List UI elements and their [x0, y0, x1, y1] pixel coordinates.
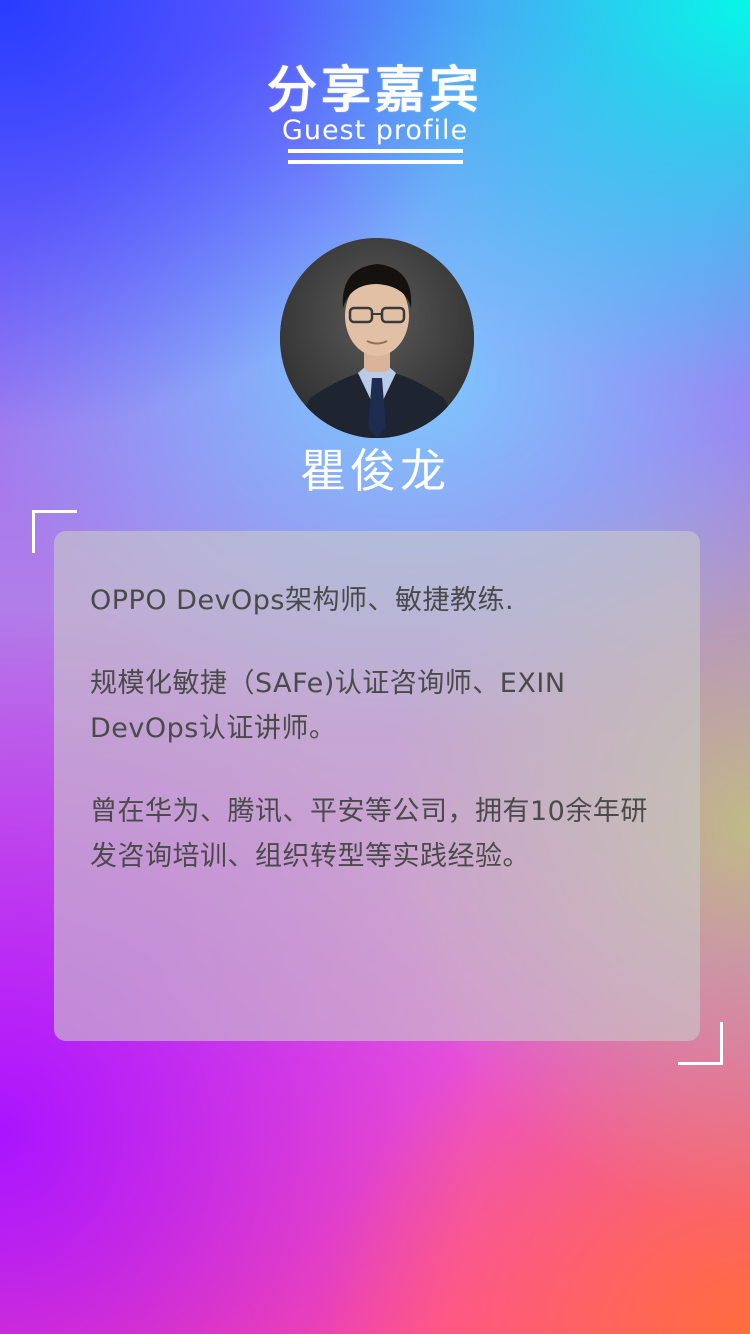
bio-line-role: OPPO DevOps架构师、敏捷教练. [90, 585, 515, 616]
guest-portrait-image [280, 238, 474, 438]
page-subtitle: Guest profile [281, 115, 469, 146]
title-underline-bottom [288, 160, 463, 164]
title-underline-top [288, 149, 463, 153]
guest-avatar [280, 238, 474, 438]
bio-line-certifications: 规模化敏捷（SAFe)认证咨询师、EXIN DevOps认证讲师。 [90, 668, 566, 744]
bio-line-experience: 曾在华为、腾讯、平安等公司，拥有10余年研发咨询培训、组织转型等实践经验。 [90, 796, 648, 872]
guest-bio-card: OPPO DevOps架构师、敏捷教练. 规模化敏捷（SAFe)认证咨询师、EX… [54, 531, 700, 1041]
page-title: 分享嘉宾 [267, 61, 483, 119]
guest-name: 瞿俊龙 [300, 444, 450, 498]
